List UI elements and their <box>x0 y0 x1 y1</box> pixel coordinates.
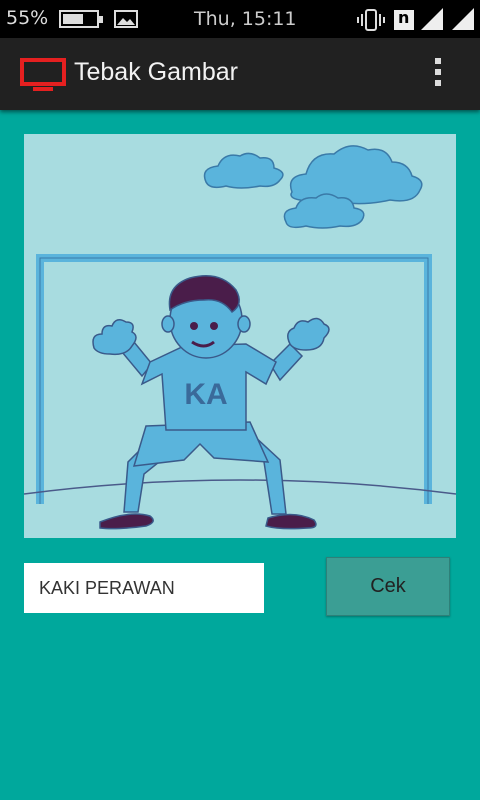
image-notification-icon <box>114 10 138 28</box>
tv-monitor-icon <box>20 58 66 91</box>
status-bar: 55% Thu, 15:11 <box>0 0 480 38</box>
ground-line <box>24 479 456 495</box>
app-title: Tebak Gambar <box>74 58 238 86</box>
nfc-icon <box>394 8 414 30</box>
overflow-menu-icon[interactable] <box>426 56 450 94</box>
signal-icon <box>452 8 474 30</box>
cloud-icon <box>289 145 423 205</box>
signal-icon <box>421 8 443 30</box>
battery-level-fill <box>63 14 83 24</box>
answer-input[interactable] <box>24 563 264 613</box>
status-clock: Thu, 15:11 <box>194 8 297 30</box>
battery-icon <box>59 10 103 28</box>
cloud-icon <box>203 152 284 189</box>
battery-percent: 55% <box>6 7 49 29</box>
check-button[interactable]: Cek <box>326 557 450 616</box>
puzzle-image: KA <box>24 134 456 538</box>
vibrate-icon <box>357 9 385 31</box>
app-bar: Tebak Gambar <box>0 38 480 110</box>
shirt-text: KA <box>184 378 227 411</box>
